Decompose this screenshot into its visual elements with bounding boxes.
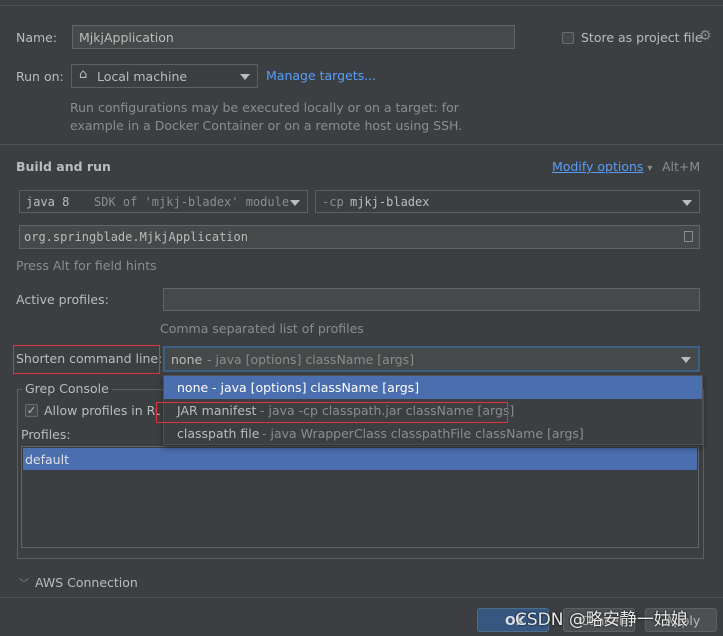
modify-options-link[interactable]: Modify options ▾ — [552, 159, 652, 174]
option-desc: - java [options] className [args] — [212, 380, 420, 395]
modify-options-label: Modify options — [552, 159, 644, 174]
chevron-down-icon — [240, 74, 250, 80]
run-hint-line2: example in a Docker Container or on a re… — [70, 118, 463, 133]
classpath-module-combo[interactable]: -cp mjkj-bladex — [315, 190, 700, 213]
profiles-label: Profiles: — [21, 427, 71, 442]
main-class-value: org.springblade.MjkjApplication — [24, 230, 248, 244]
jdk-name: java 8 — [26, 195, 70, 209]
grep-console-title: Grep Console — [22, 381, 112, 396]
profile-name: default — [25, 452, 69, 467]
name-label: Name: — [16, 30, 58, 45]
manage-targets-link[interactable]: Manage targets... — [266, 68, 376, 83]
top-separator — [0, 5, 723, 6]
browse-class-icon[interactable] — [684, 231, 693, 242]
main-class-input[interactable]: org.springblade.MjkjApplication — [19, 225, 700, 249]
gear-icon[interactable]: ⚙ — [699, 28, 712, 44]
shorten-label-highlight — [13, 345, 160, 374]
run-on-value: Local machine — [97, 69, 188, 84]
active-profiles-input[interactable] — [163, 288, 700, 311]
chevron-down-icon — [682, 199, 692, 206]
profiles-list[interactable]: default — [21, 446, 699, 548]
profiles-list-item[interactable]: default — [23, 448, 697, 470]
aws-connection-expander[interactable]: ﹀ AWS Connection — [19, 575, 138, 590]
run-on-combo[interactable]: ⌂ Local machine — [71, 64, 258, 88]
shorten-value-main: none — [171, 352, 203, 367]
jdk-desc: SDK of 'mjkj-bladex' module — [94, 195, 290, 209]
shorten-value-desc: - java [options] className [args] — [207, 352, 415, 367]
field-hints-text: Press Alt for field hints — [16, 258, 157, 273]
chevron-down-icon: ﹀ — [19, 579, 29, 590]
home-icon: ⌂ — [79, 67, 88, 82]
option-desc: - java WrapperClass classpathFile classN… — [262, 426, 584, 441]
run-hint-line1: Run configurations may be executed local… — [70, 100, 459, 115]
store-as-project-file-label: Store as project file — [581, 30, 703, 45]
cp-module: mjkj-bladex — [350, 195, 430, 209]
allow-profiles-checkbox[interactable]: ✓ — [25, 404, 38, 417]
option-main: none — [177, 380, 209, 395]
chevron-down-icon — [681, 357, 691, 363]
allow-profiles-label: Allow profiles in Run — [44, 403, 160, 418]
store-as-project-file-checkbox[interactable] — [562, 32, 574, 44]
section-separator — [0, 144, 723, 145]
name-value: MjkjApplication — [79, 30, 174, 45]
chevron-down-icon — [290, 199, 300, 206]
build-and-run-title: Build and run — [16, 159, 111, 174]
chevron-down-icon: ▾ — [647, 163, 653, 174]
name-input[interactable]: MjkjApplication — [72, 25, 515, 49]
dropdown-option-none[interactable]: none - java [options] className [args] — [164, 376, 702, 399]
modify-options-shortcut: Alt+M — [662, 159, 701, 174]
watermark: CSDN @略安静一姑娘 — [515, 610, 688, 630]
shorten-command-line-combo[interactable]: none - java [options] className [args] — [163, 346, 700, 372]
option-main: classpath file — [177, 426, 260, 441]
dropdown-option-classpath-file[interactable]: classpath file - java WrapperClass class… — [164, 422, 702, 445]
jar-manifest-highlight — [156, 402, 508, 423]
profiles-hint: Comma separated list of profiles — [160, 321, 364, 336]
active-profiles-label: Active profiles: — [16, 292, 109, 307]
run-on-label: Run on: — [16, 69, 64, 84]
cp-prefix: -cp — [322, 195, 344, 209]
jdk-combo[interactable]: java 8 SDK of 'mjkj-bladex' module — [19, 190, 308, 213]
aws-connection-label: AWS Connection — [34, 575, 138, 590]
